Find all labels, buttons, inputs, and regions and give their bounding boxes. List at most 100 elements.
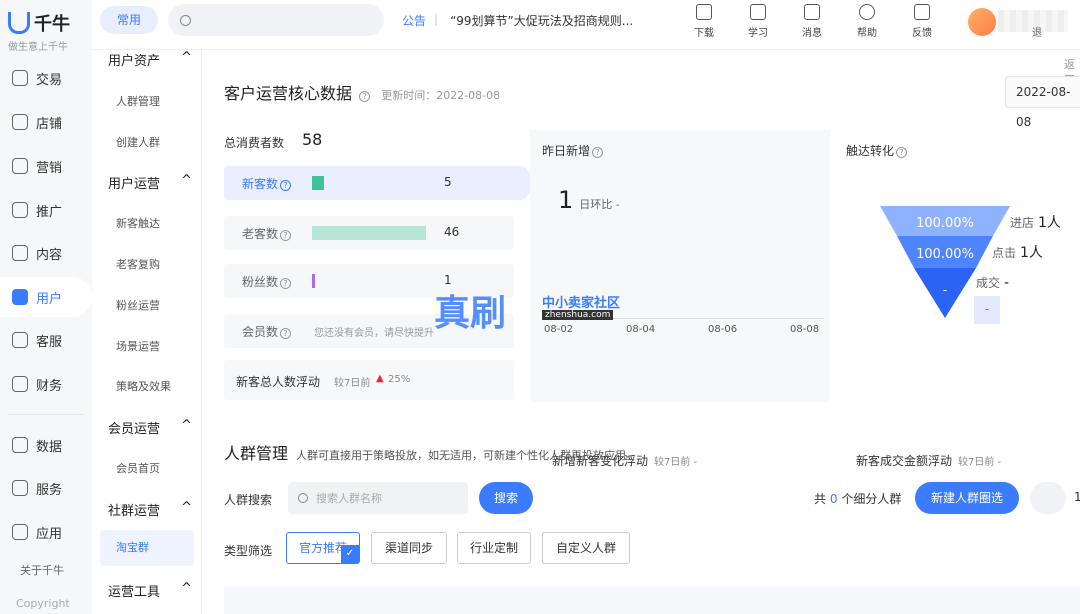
nav-item-strategy[interactable]: 策略及效果 xyxy=(116,378,171,394)
date-picker[interactable]: 2022-08-08 xyxy=(1005,76,1080,129)
nav-item-new-customer-reach[interactable]: 新客触达 xyxy=(116,215,160,231)
help-icon[interactable]: ? xyxy=(359,91,371,102)
rail-item-shop[interactable]: 店铺 xyxy=(0,102,92,142)
rail-item-users[interactable]: 用户 xyxy=(0,277,92,317)
new-customer-bar xyxy=(312,176,324,190)
help-icon[interactable]: ? xyxy=(896,147,908,158)
tool-label: 反馈 xyxy=(912,28,932,39)
step-label: 点击 xyxy=(992,246,1017,260)
rail-item-data[interactable]: 数据 xyxy=(0,425,92,465)
nav-group-member-ops[interactable]: 会员运营 ^ xyxy=(108,418,192,437)
nav-group-ops-tools[interactable]: 运营工具 ^ xyxy=(108,581,192,600)
metric-row-returning-customers[interactable]: 老客数? 46 xyxy=(224,216,514,250)
metric-label-text: 新客数 xyxy=(242,177,279,191)
global-search-input[interactable] xyxy=(168,4,384,36)
help-button[interactable]: 帮助 xyxy=(847,4,887,39)
nav-item-repurchase[interactable]: 老客复购 xyxy=(116,256,160,272)
brand-logo[interactable]: 千牛 xyxy=(8,10,70,36)
book-icon xyxy=(750,4,766,20)
announcement[interactable]: 公告 | “99划算节”大促玩法及招商规则... xyxy=(402,12,633,29)
message-icon xyxy=(804,4,820,20)
crowd-search-input[interactable]: 搜索人群名称 xyxy=(288,482,468,514)
filter-custom[interactable]: 自定义人群 xyxy=(542,532,630,564)
step-value: 1人 xyxy=(1020,245,1043,261)
rail-item-content[interactable]: 内容 xyxy=(0,233,92,273)
rail-item-marketing[interactable]: 营销 xyxy=(0,146,92,186)
metric-row-new-customers[interactable]: 新客数? 5 xyxy=(224,166,538,200)
metric-value: 46 xyxy=(444,225,460,239)
nav-item-create-crowd[interactable]: 创建人群 xyxy=(116,134,160,150)
metric-label-text: 老客数 xyxy=(242,227,279,241)
service-icon xyxy=(12,480,28,496)
tool-label: 帮助 xyxy=(857,28,877,39)
new-crowd-button[interactable]: 新建人群圈选 xyxy=(915,482,1019,514)
rail-label: 财务 xyxy=(36,378,63,394)
trend-label: 新客总人数浮动 xyxy=(236,375,321,389)
search-button[interactable]: 搜索 xyxy=(479,482,533,514)
shop-icon xyxy=(12,114,28,130)
nav-item-crowd-management[interactable]: 人群管理 xyxy=(116,93,160,109)
logout-link[interactable]: 退 xyxy=(1032,24,1042,39)
fans-bar xyxy=(312,274,315,288)
about-link[interactable]: 关于千牛 xyxy=(20,562,64,578)
prev-page-button[interactable] xyxy=(1030,482,1066,514)
rail-item-apps[interactable]: 应用 xyxy=(0,512,92,552)
messages-button[interactable]: 消息 xyxy=(792,4,832,39)
filter-channel-sync[interactable]: 渠道同步 xyxy=(371,532,447,564)
feedback-button[interactable]: 反馈 xyxy=(902,4,942,39)
yesterday-ratio: 日环比 - xyxy=(579,198,620,211)
watermark-main: 真刷 xyxy=(434,293,507,334)
notice-divider: | xyxy=(434,12,439,26)
nav-group-community-ops[interactable]: 社群运营 ^ xyxy=(108,500,192,519)
group-title: 用户运营 xyxy=(108,177,161,192)
page-number[interactable]: 1 xyxy=(1074,490,1080,504)
tool-label: 学习 xyxy=(748,28,768,39)
group-title: 运营工具 xyxy=(108,585,161,600)
nav-group-user-assets[interactable]: 用户资产 ^ xyxy=(108,50,192,69)
metric-label-text: 会员数 xyxy=(242,325,279,339)
metric-label: 新客数? xyxy=(242,175,292,192)
search-icon xyxy=(180,14,191,26)
download-button[interactable]: 下载 xyxy=(684,4,724,39)
rail-item-finance[interactable]: 财务 xyxy=(0,364,92,404)
metric-label-text: 粉丝数 xyxy=(242,275,279,289)
filter-official[interactable]: 官方推荐 xyxy=(286,532,360,564)
trend-change: 25% xyxy=(388,374,411,385)
nav-item-scene-ops[interactable]: 场景运营 xyxy=(116,338,160,354)
returning-customer-bar xyxy=(312,226,426,240)
count-prefix: 共 xyxy=(814,492,827,506)
rail-item-orders[interactable]: 交易 xyxy=(0,58,92,98)
yesterday-number: 1 xyxy=(558,186,574,214)
watermark-side: 中小卖家社区 xyxy=(542,296,621,311)
help-icon xyxy=(859,4,875,20)
nav-item-taobao-group[interactable]: 淘宝群 xyxy=(100,530,194,566)
update-time: 更新时间：2022-08-08 xyxy=(381,89,501,102)
nav-item-fan-ops[interactable]: 粉丝运营 xyxy=(116,297,160,313)
nav-item-member-home[interactable]: 会员首页 xyxy=(116,460,160,476)
copyright-text: Copyright xyxy=(16,597,70,610)
rail-item-support[interactable]: 客服 xyxy=(0,320,92,360)
tool-label: 消息 xyxy=(802,28,822,39)
avatar[interactable] xyxy=(968,8,996,36)
axis-tick: 08-08 xyxy=(790,324,820,335)
help-icon: ? xyxy=(280,328,292,339)
rail-label: 应用 xyxy=(36,526,63,542)
brand-name: 千牛 xyxy=(34,14,70,35)
step-label: 成交 xyxy=(976,276,1001,290)
rail-item-promotion[interactable]: 推广 xyxy=(0,190,92,230)
filter-industry[interactable]: 行业定制 xyxy=(457,532,531,564)
help-icon[interactable]: ? xyxy=(592,147,604,158)
chevron-up-icon: ^ xyxy=(181,173,192,188)
learn-button[interactable]: 学习 xyxy=(738,4,778,39)
rail-item-service[interactable]: 服务 xyxy=(0,468,92,508)
crowd-search-label: 人群搜索 xyxy=(224,493,273,507)
step-visit: 进店 1人 xyxy=(1010,212,1061,232)
notice-tag: 公告 xyxy=(402,14,427,28)
common-tab[interactable]: 常用 xyxy=(100,6,158,34)
rail-label: 推广 xyxy=(36,204,63,220)
title-text: 客户运营核心数据 xyxy=(224,84,353,103)
funnel-tier-2-label: 100.00% xyxy=(916,247,974,262)
rail-label: 店铺 xyxy=(36,116,63,132)
tool-label: 下载 xyxy=(694,28,714,39)
nav-group-user-ops[interactable]: 用户运营 ^ xyxy=(108,173,192,192)
